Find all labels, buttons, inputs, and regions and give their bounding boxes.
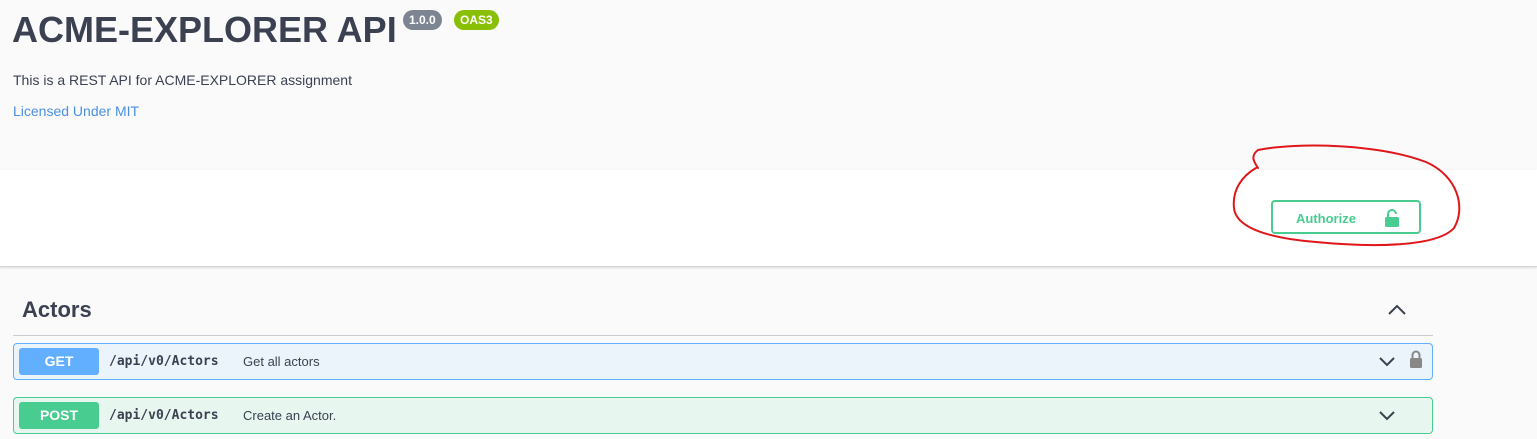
- operation-summary: Get all actors: [243, 354, 320, 369]
- oas-badge: OAS3: [454, 10, 499, 30]
- operation-get-actors[interactable]: GET /api/v0/Actors Get all actors: [13, 343, 1433, 380]
- version-badge: 1.0.0: [403, 10, 442, 30]
- method-badge-post: POST: [19, 402, 99, 429]
- operation-path: /api/v0/Actors: [109, 408, 219, 423]
- lock-icon[interactable]: [1409, 350, 1423, 373]
- operation-path: /api/v0/Actors: [109, 354, 219, 369]
- operation-summary: Create an Actor.: [243, 408, 337, 423]
- chevron-down-icon[interactable]: [1378, 355, 1396, 373]
- info-section: ACME-EXPLORER API 1.0.0 OAS3 This is a R…: [0, 0, 1537, 170]
- api-title: ACME-EXPLORER API: [12, 9, 397, 50]
- unlocked-padlock-icon: [1384, 209, 1400, 230]
- authorize-label: Authorize: [1296, 211, 1356, 226]
- chevron-up-icon[interactable]: [1387, 303, 1407, 321]
- method-badge-get: GET: [19, 348, 99, 375]
- api-description: This is a REST API for ACME-EXPLORER ass…: [13, 72, 352, 88]
- tag-header-actors[interactable]: Actors: [13, 285, 1433, 336]
- tag-section-actors: Actors: [13, 285, 1433, 336]
- chevron-down-icon[interactable]: [1378, 409, 1396, 427]
- operation-post-actors[interactable]: POST /api/v0/Actors Create an Actor.: [13, 397, 1433, 434]
- authorize-button[interactable]: Authorize: [1271, 200, 1421, 234]
- license-link[interactable]: Licensed Under MIT: [13, 103, 139, 119]
- tag-title: Actors: [22, 297, 92, 322]
